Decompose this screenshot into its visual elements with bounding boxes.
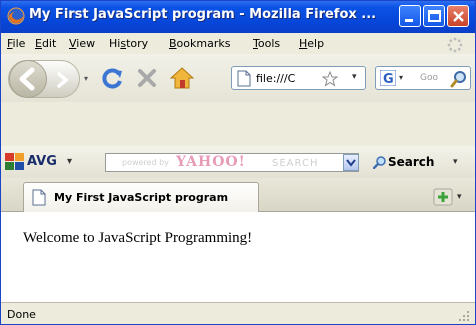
title-bar: My First JavaScript program - Mozilla Fi…	[1, 1, 475, 33]
new-tab-icon[interactable]	[433, 188, 453, 206]
url-text: file:///C	[256, 72, 296, 85]
back-forward-group	[8, 60, 80, 98]
magnifier-icon[interactable]	[373, 155, 387, 169]
minimize-icon	[405, 19, 413, 22]
navigation-toolbar: ▾ file:///C ▾ G ▾ Goo	[1, 54, 475, 102]
search-placeholder: Goo	[420, 73, 438, 83]
page-text: Welcome to JavaScript Programming!	[23, 230, 253, 246]
powered-by-label: powered by	[122, 158, 169, 167]
page-content: Welcome to JavaScript Programming!	[1, 212, 475, 302]
yahoo-search-field[interactable]: powered by YAHOO! SEARCH	[105, 153, 359, 172]
forward-arrow-icon[interactable]	[53, 71, 71, 89]
status-text: Done	[7, 308, 36, 321]
yahoo-logo: YAHOO!	[176, 154, 246, 170]
menu-bar: File Edit View History Bookmarks Tools H…	[1, 33, 475, 54]
back-arrow-icon	[19, 67, 35, 91]
menu-edit[interactable]: Edit	[35, 37, 56, 50]
maximize-button[interactable]	[423, 5, 445, 27]
search-button[interactable]: Search	[388, 155, 434, 169]
firefox-icon	[7, 7, 25, 25]
home-icon[interactable]	[169, 66, 195, 90]
menu-file[interactable]: File	[7, 37, 25, 50]
bookmarks-toolbar	[1, 102, 475, 146]
menu-bookmarks[interactable]: Bookmarks	[169, 37, 230, 50]
browser-window: My First JavaScript program - Mozilla Fi…	[0, 0, 476, 325]
url-dropdown-icon[interactable]: ▾	[352, 72, 357, 82]
chevron-down-icon	[346, 159, 356, 167]
search-box[interactable]: G ▾ Goo	[375, 66, 471, 90]
avg-toolbar: AVG ▾ powered by YAHOO! SEARCH Search ▾	[1, 146, 475, 178]
google-icon[interactable]: G	[380, 70, 396, 86]
svg-text:G: G	[383, 72, 394, 86]
minimize-button[interactable]	[399, 5, 421, 27]
avg-menu-icon[interactable]: ▾	[67, 156, 72, 167]
avg-brand[interactable]: AVG	[27, 154, 57, 169]
tab-label: My First JavaScript program	[54, 191, 229, 204]
bookmark-star-icon[interactable]	[322, 71, 338, 87]
menu-help[interactable]: Help	[299, 37, 324, 50]
menu-history[interactable]: History	[109, 37, 148, 50]
history-dropdown-icon[interactable]: ▾	[84, 74, 88, 83]
search-go-icon[interactable]	[450, 70, 468, 88]
reload-icon[interactable]	[100, 66, 124, 90]
stop-icon[interactable]	[135, 66, 159, 90]
resize-grip-icon[interactable]	[457, 309, 471, 323]
menu-tools[interactable]: Tools	[253, 37, 280, 50]
close-icon	[453, 11, 464, 22]
engine-dropdown-icon[interactable]: ▾	[399, 73, 403, 82]
tab-active[interactable]: My First JavaScript program	[23, 182, 259, 212]
yahoo-dropdown-button[interactable]	[343, 154, 359, 171]
tab-strip: My First JavaScript program ▾	[1, 178, 475, 212]
page-icon	[237, 70, 251, 87]
window-title: My First JavaScript program - Mozilla Fi…	[29, 7, 377, 22]
close-button[interactable]	[447, 5, 469, 27]
tab-list-icon[interactable]: ▾	[457, 192, 462, 202]
yahoo-search-word: SEARCH	[272, 158, 319, 169]
status-bar: Done	[1, 302, 475, 324]
back-button[interactable]	[9, 60, 47, 98]
avg-logo-icon	[5, 153, 24, 170]
maximize-icon	[428, 10, 441, 22]
throbber-icon	[447, 37, 463, 53]
address-bar[interactable]: file:///C ▾	[231, 66, 366, 90]
search-menu-icon[interactable]: ▾	[453, 157, 458, 167]
page-icon	[32, 189, 46, 206]
menu-view[interactable]: View	[69, 37, 95, 50]
